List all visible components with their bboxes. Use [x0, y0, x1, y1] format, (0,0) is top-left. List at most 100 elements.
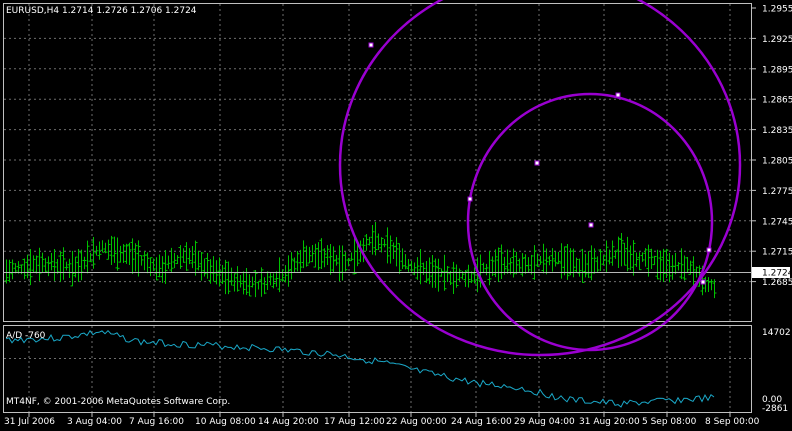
price-bar	[424, 261, 429, 283]
price-bar	[229, 267, 234, 286]
circle-object-large[interactable]	[338, 0, 742, 357]
price-scale-label: 1.2715	[762, 248, 792, 258]
price-bar	[55, 258, 60, 274]
price-bar	[85, 240, 90, 274]
price-bar	[490, 256, 495, 277]
price-bar	[196, 250, 201, 271]
price-bar	[67, 258, 72, 279]
price-bar	[484, 263, 489, 276]
price-bar	[16, 261, 21, 274]
price-bar	[184, 242, 189, 271]
price-scale-label: 1.2865	[762, 96, 792, 106]
time-axis-label: 24 Aug 16:00	[451, 417, 512, 427]
price-bar	[70, 250, 75, 287]
price-bar	[193, 240, 198, 276]
price-scale-label: 1.2925	[762, 35, 792, 45]
anchor-point[interactable]	[706, 247, 712, 253]
price-bar	[4, 259, 9, 284]
price-bar	[187, 248, 192, 265]
price-bar	[73, 256, 78, 278]
price-bar	[37, 247, 42, 281]
price-bar	[82, 256, 87, 270]
price-bar	[34, 255, 39, 274]
anchor-point[interactable]	[615, 92, 621, 98]
anchor-point[interactable]	[588, 222, 594, 228]
price-bar	[394, 237, 399, 267]
price-scale-label: 1.2805	[762, 157, 792, 167]
price-bar	[151, 258, 156, 272]
price-bar	[538, 255, 543, 265]
price-bar	[616, 236, 621, 269]
price-bar	[649, 248, 654, 269]
price-bar	[451, 261, 456, 294]
anchor-point[interactable]	[368, 42, 374, 48]
price-bar	[634, 252, 639, 267]
price-bars	[4, 221, 717, 299]
price-bar	[577, 258, 582, 277]
price-bar	[523, 254, 528, 274]
price-grid	[4, 4, 751, 321]
anchor-point[interactable]	[534, 160, 540, 166]
price-bar	[499, 244, 504, 280]
price-bar	[40, 252, 45, 273]
price-bar	[46, 256, 51, 277]
price-bar	[667, 253, 672, 283]
price-bar	[289, 252, 294, 280]
price-bar	[124, 243, 129, 264]
price-bar	[175, 255, 180, 264]
price-bar	[190, 246, 195, 269]
price-bar	[205, 253, 210, 279]
price-bar	[64, 261, 69, 271]
indicator-label: A/D -760	[6, 331, 46, 341]
indicator-scale-bottom: -2861	[762, 404, 788, 414]
price-bar	[514, 251, 519, 275]
price-bar	[388, 235, 393, 264]
anchor-point[interactable]	[467, 196, 473, 202]
price-bar	[544, 248, 549, 275]
price-bar	[655, 249, 660, 280]
price-bar	[13, 263, 18, 274]
price-bar	[280, 269, 285, 282]
price-bar	[223, 259, 228, 295]
price-bar	[283, 265, 288, 283]
price-scale[interactable]: 1.2955 1.2925 1.2895 1.2865 1.2835 1.2805 1.27…	[752, 5, 792, 289]
price-bar	[262, 277, 267, 295]
price-bar	[640, 252, 645, 262]
price-bar	[118, 245, 123, 263]
price-bar	[250, 276, 255, 288]
circle-object-small[interactable]	[466, 92, 714, 352]
ad-indicator-line	[5, 329, 715, 408]
time-axis-label: 22 Aug 00:00	[386, 417, 447, 427]
price-bar	[682, 255, 687, 281]
time-axis-label: 29 Aug 04:00	[514, 417, 575, 427]
indicator-scale-top: 14702	[762, 328, 791, 338]
anchor-point[interactable]	[700, 279, 706, 285]
price-bar	[370, 224, 375, 255]
price-bar	[631, 240, 636, 276]
price-bar	[703, 276, 708, 293]
price-bar	[352, 237, 357, 275]
price-bar	[313, 243, 318, 268]
price-bar	[106, 239, 111, 260]
price-bar	[61, 247, 66, 280]
price-bar	[550, 248, 555, 272]
price-bar	[436, 258, 441, 292]
price-bar	[373, 221, 378, 256]
price-bar	[163, 250, 168, 284]
price-bar	[547, 255, 552, 266]
price-bar	[625, 236, 630, 272]
price-bar	[115, 237, 120, 271]
price-bar	[532, 245, 537, 280]
price-bar	[589, 245, 594, 281]
price-bar	[469, 271, 474, 284]
price-bar	[481, 262, 486, 274]
time-axis[interactable]: 31 Jul 2006 3 Aug 04:00 7 Aug 16:00 10 Aug …	[4, 413, 760, 427]
chart-canvas[interactable]: EURUSD,H4 1.2714 1.2726 1.2706 1.2724 1.…	[0, 0, 792, 427]
price-bar	[508, 257, 513, 275]
price-bar	[421, 262, 426, 275]
price-bar	[268, 273, 273, 286]
price-bar	[619, 232, 624, 267]
circle-anchor-points[interactable]	[368, 42, 712, 285]
price-bar	[433, 258, 438, 288]
chart-window[interactable]: EURUSD,H4 1.2714 1.2726 1.2706 1.2724 1.…	[0, 0, 792, 427]
